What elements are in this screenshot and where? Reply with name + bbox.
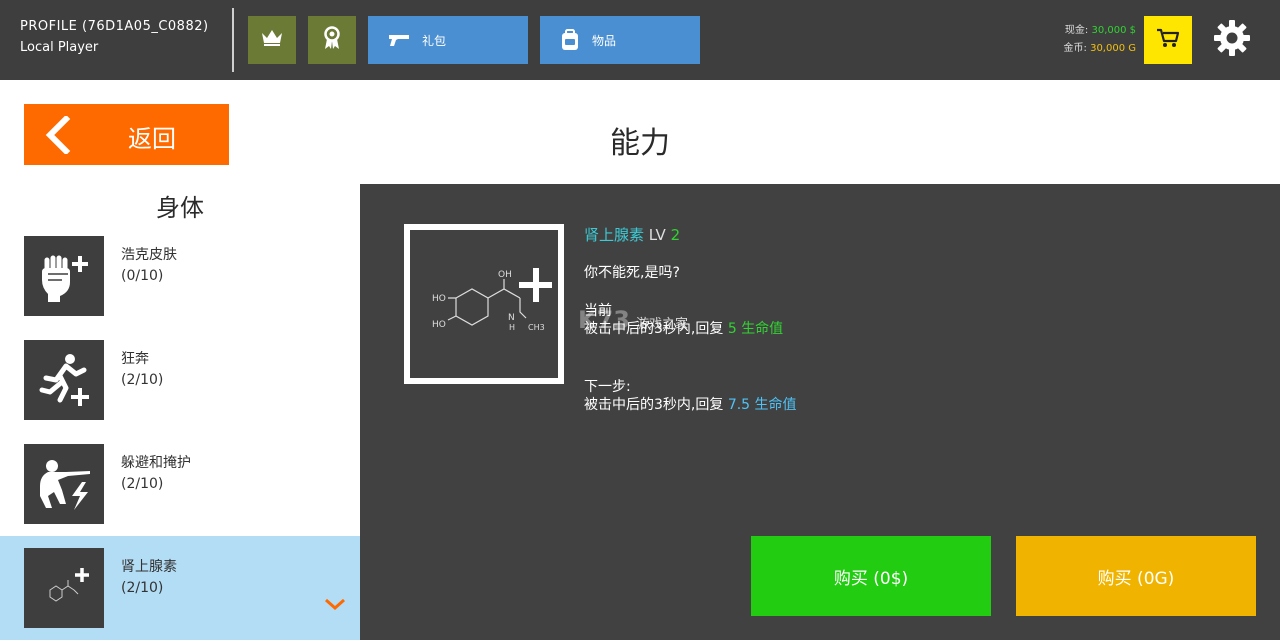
cart-icon <box>1156 27 1180 53</box>
page-title: 能力 <box>610 126 670 161</box>
skill-level-value: 2 <box>670 226 681 244</box>
gear-icon <box>1212 18 1252 62</box>
molecule-ch3-label: CH3 <box>528 323 545 332</box>
achievements-button[interactable] <box>308 16 356 64</box>
shop-button[interactable] <box>1144 16 1192 64</box>
items-button[interactable]: 物品 <box>540 16 700 64</box>
skill-progress: (2/10) <box>121 372 164 388</box>
current-unit: 生命值 <box>741 321 784 337</box>
skill-detail-name: 肾上腺素 <box>584 226 645 244</box>
adrenaline-molecule-icon: OH HO HO N H CH3 <box>404 224 564 384</box>
player-name: Local Player <box>20 40 99 55</box>
chevron-left-icon <box>42 114 72 158</box>
profile-id: PROFILE (76D1A05_C0882) <box>20 19 209 34</box>
molecule-plus-icon <box>24 548 104 628</box>
buy-with-gold-button[interactable]: 购买 (0G) <box>1016 536 1256 616</box>
gift-pack-button[interactable]: 礼包 <box>368 16 528 64</box>
items-label: 物品 <box>592 33 617 48</box>
watermark-text: 游戏之家 <box>636 317 689 332</box>
back-label: 返回 <box>128 125 176 153</box>
section-title: 身体 <box>156 194 204 222</box>
skill-item-hulk-skin[interactable]: 浩克皮肤 (0/10) <box>0 224 360 328</box>
skill-description: 你不能死,是吗? <box>584 265 680 281</box>
gun-icon <box>388 33 410 47</box>
leaderboard-button[interactable] <box>248 16 296 64</box>
skill-name: 浩克皮肤 <box>121 247 177 263</box>
skill-name: 狂奔 <box>121 351 149 367</box>
molecule-h-label: H <box>509 323 515 332</box>
backpack-icon <box>560 29 580 51</box>
top-bar: PROFILE (76D1A05_C0882) Local Player 礼包 … <box>0 0 1280 80</box>
gold-label: 金币: <box>1063 43 1087 54</box>
skill-name: 肾上腺素 <box>121 559 177 575</box>
next-unit: 生命值 <box>754 397 797 413</box>
cash-value: 30,000 $ <box>1091 25 1136 36</box>
skill-progress: (2/10) <box>121 476 164 492</box>
skill-title: 肾上腺素 LV 2 <box>584 224 680 245</box>
watermark-logo: K73 <box>578 306 630 334</box>
fist-plus-icon <box>24 236 104 316</box>
skill-progress: (2/10) <box>121 580 164 596</box>
molecule-ho2-label: HO <box>432 320 446 330</box>
skill-name: 躲避和掩护 <box>121 455 191 471</box>
skill-item-sprint[interactable]: 狂奔 (2/10) <box>0 328 360 432</box>
skill-level-label: LV <box>648 226 666 244</box>
buy-with-cash-button[interactable]: 购买 (0$) <box>751 536 991 616</box>
molecule-oh-label: OH <box>498 270 512 280</box>
next-prefix: 被击中后的3秒内,回复 <box>584 397 724 413</box>
gold-value: 30,000 G <box>1090 43 1136 54</box>
gift-pack-label: 礼包 <box>422 33 447 48</box>
back-button[interactable]: 返回 <box>24 104 229 165</box>
next-value: 7.5 <box>727 397 751 413</box>
next-label: 下一步: <box>584 379 631 395</box>
watermark: K73 游戏之家 <box>578 306 688 334</box>
skill-progress: (0/10) <box>121 268 164 284</box>
current-value: 5 <box>727 321 737 337</box>
divider <box>232 8 234 72</box>
currency-display: 现金: 30,000 $ 金币: 30,000 G <box>1064 22 1136 58</box>
ribbon-icon <box>323 26 341 54</box>
molecule-ho1-label: HO <box>432 294 446 304</box>
skill-item-dodge-cover[interactable]: 躲避和掩护 (2/10) <box>0 432 360 536</box>
profile-block[interactable]: PROFILE (76D1A05_C0882) Local Player <box>20 19 209 55</box>
chevron-down-icon[interactable] <box>324 596 346 615</box>
crown-icon <box>261 29 283 51</box>
settings-button[interactable] <box>1208 16 1256 64</box>
cash-label: 现金: <box>1064 25 1089 36</box>
runner-plus-icon <box>24 340 104 420</box>
skill-item-adrenaline[interactable]: 肾上腺素 (2/10) <box>0 536 360 640</box>
soldier-bolt-icon <box>24 444 104 524</box>
next-effect: 被击中后的3秒内,回复 7.5 生命值 <box>584 394 797 414</box>
molecule-n-label: N <box>508 313 515 323</box>
